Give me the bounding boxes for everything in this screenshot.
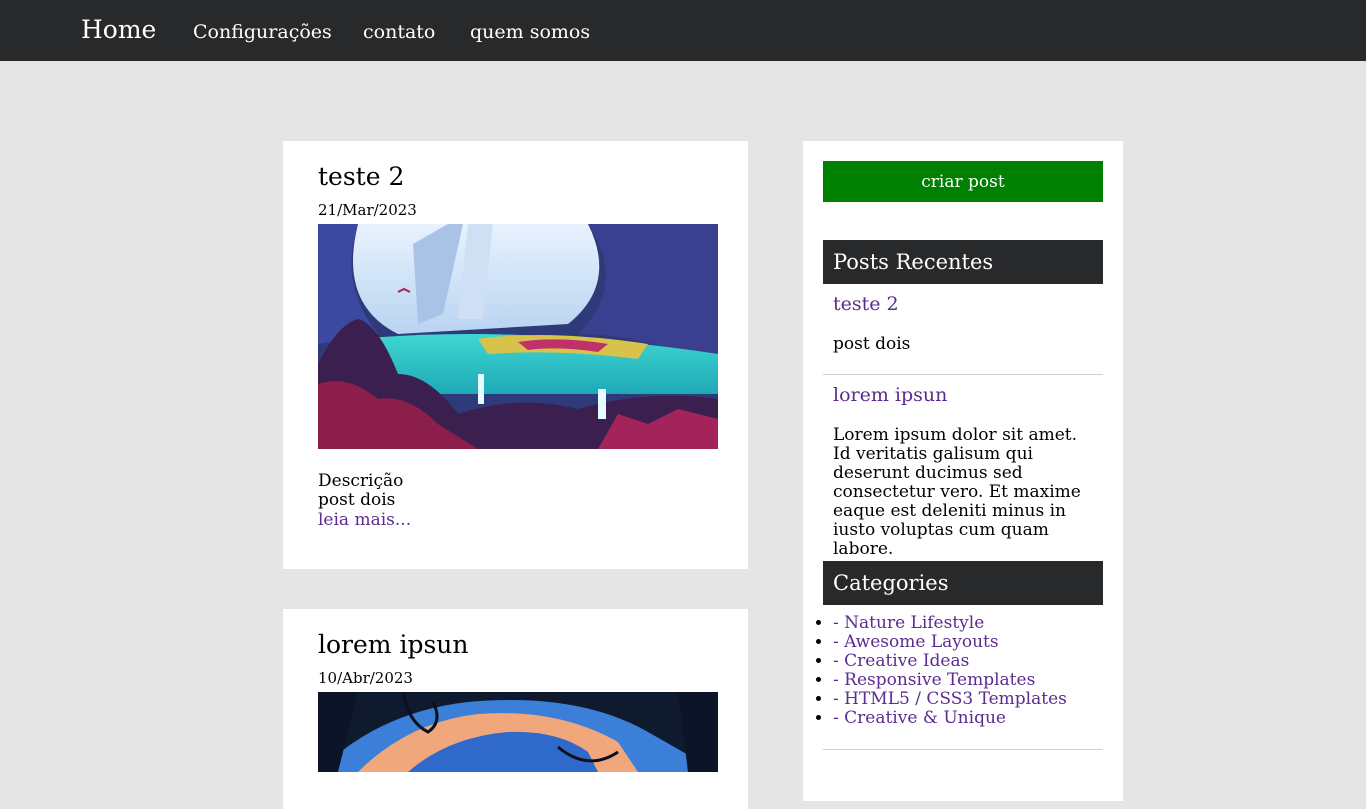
recent-post-title-link[interactable]: lorem ipsun — [833, 384, 947, 406]
nav-home-link[interactable]: Home — [81, 15, 156, 44]
post-date: 10/Abr/2023 — [318, 669, 413, 687]
list-item: - Responsive Templates — [833, 671, 1067, 690]
recent-post-excerpt: post dois — [833, 334, 911, 354]
recent-post-title-link[interactable]: teste 2 — [833, 293, 899, 315]
list-item: - Creative Ideas — [833, 652, 1067, 671]
read-more-link[interactable]: leia mais... — [318, 510, 411, 530]
category-link[interactable]: - Nature Lifestyle — [833, 613, 984, 633]
post-card: teste 2 21/Mar/2023 Descrição post dois … — [283, 141, 748, 569]
post-description: Descrição post dois — [318, 471, 404, 510]
category-link[interactable]: - Creative Ideas — [833, 651, 969, 671]
list-item: - Nature Lifestyle — [833, 614, 1067, 633]
landscape-cave-image — [318, 224, 718, 449]
list-item: - HTML5 / CSS3 Templates — [833, 690, 1067, 709]
post-image[interactable] — [318, 692, 718, 772]
list-item: - Creative & Unique — [833, 709, 1067, 728]
jungle-image — [318, 692, 718, 772]
nav-quem-somos-link[interactable]: quem somos — [470, 21, 590, 43]
divider — [823, 374, 1103, 375]
category-link[interactable]: - Creative & Unique — [833, 708, 1006, 728]
category-link[interactable]: - Responsive Templates — [833, 670, 1035, 690]
recent-post-excerpt: Lorem ipsum dolor sit amet. Id veritatis… — [833, 425, 1081, 559]
post-title[interactable]: lorem ipsun — [318, 630, 468, 659]
post-card: lorem ipsun 10/Abr/2023 — [283, 609, 748, 809]
list-item: - Awesome Layouts — [833, 633, 1067, 652]
post-date: 21/Mar/2023 — [318, 201, 417, 219]
top-navbar: Home Configurações contato quem somos — [0, 0, 1366, 61]
recent-posts-header: Posts Recentes — [823, 240, 1103, 284]
categories-list: - Nature Lifestyle - Awesome Layouts - C… — [833, 614, 1067, 728]
create-post-button[interactable]: criar post — [823, 161, 1103, 202]
category-link[interactable]: - Awesome Layouts — [833, 632, 999, 652]
nav-configuracoes-link[interactable]: Configurações — [193, 21, 332, 43]
category-link[interactable]: - HTML5 / CSS3 Templates — [833, 689, 1067, 709]
nav-contato-link[interactable]: contato — [363, 21, 435, 43]
divider — [823, 749, 1103, 750]
sidebar: criar post Posts Recentes teste 2 post d… — [803, 141, 1123, 801]
post-title[interactable]: teste 2 — [318, 162, 404, 191]
post-image[interactable] — [318, 224, 718, 449]
categories-header: Categories — [823, 561, 1103, 605]
